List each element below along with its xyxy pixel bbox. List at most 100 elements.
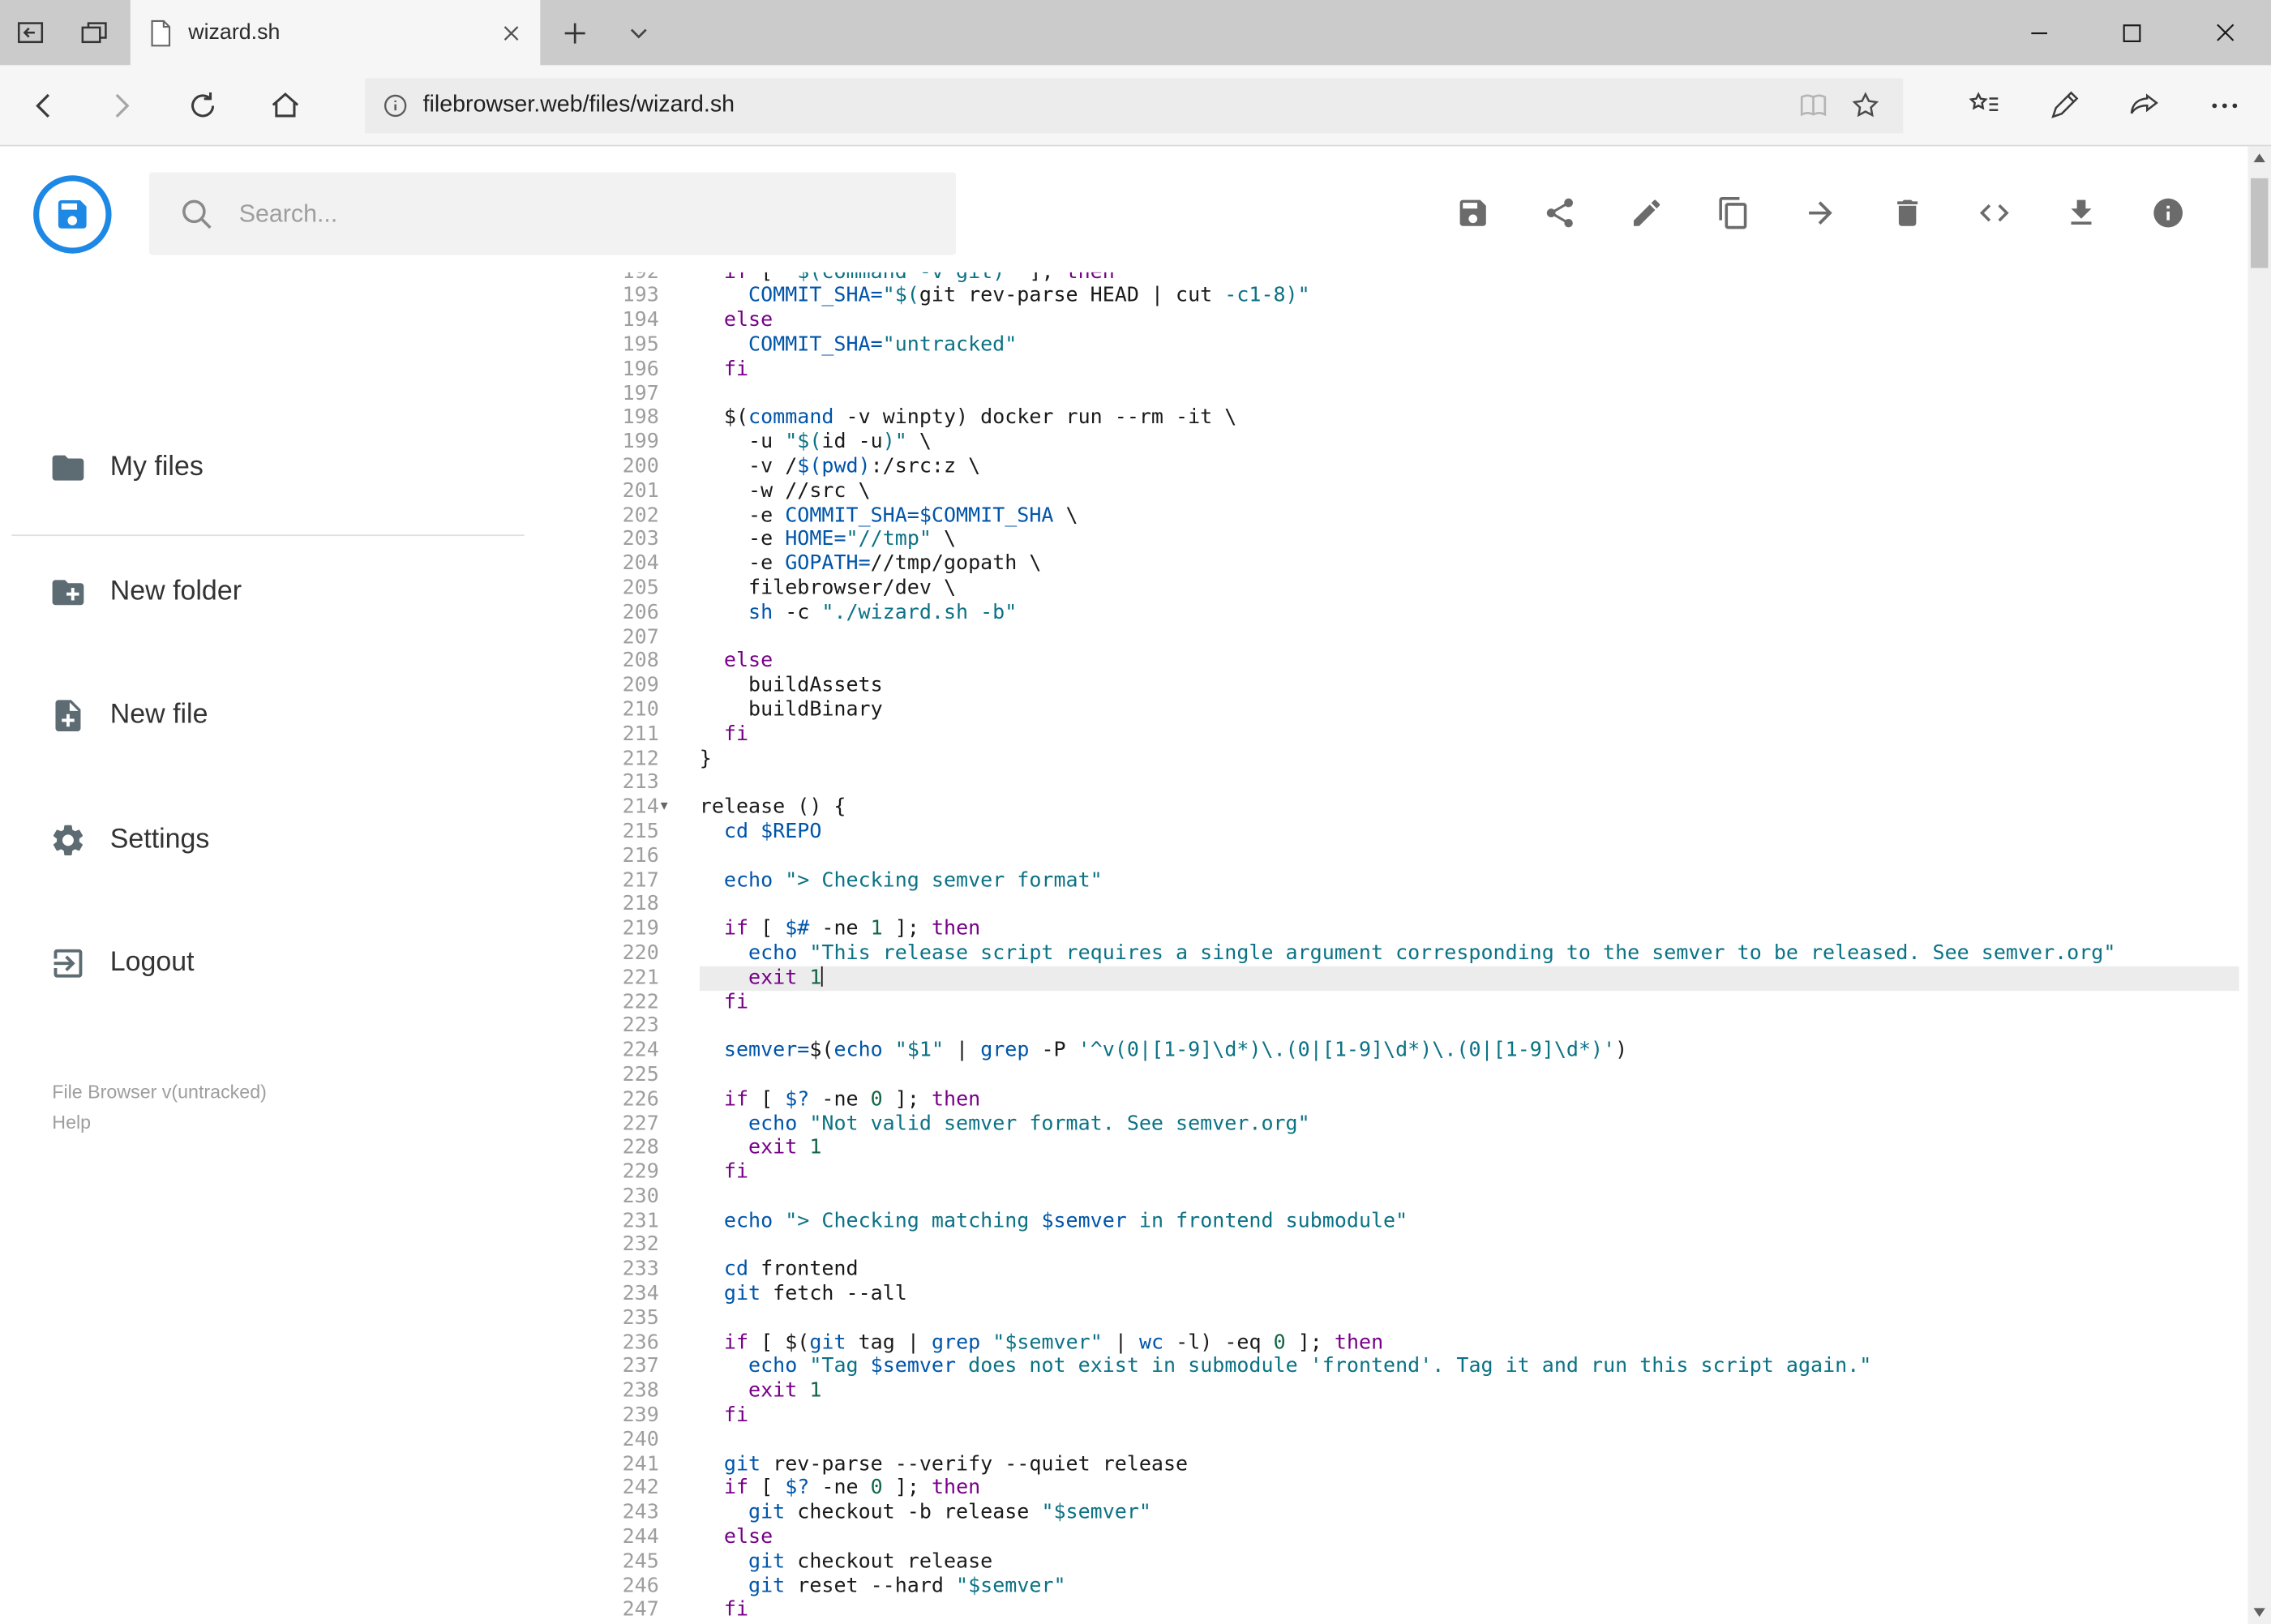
new-tab-button[interactable] bbox=[545, 0, 606, 65]
minimize-button[interactable] bbox=[1993, 0, 2085, 65]
reading-view-button[interactable] bbox=[1787, 79, 1839, 131]
code-line[interactable]: 219 if [ $# -ne 1 ]; then bbox=[572, 917, 2239, 941]
code-line[interactable]: 218 bbox=[572, 893, 2239, 917]
code-line[interactable]: 229 fi bbox=[572, 1160, 2239, 1185]
tab-wizard-sh[interactable]: wizard.sh bbox=[130, 0, 541, 66]
fold-arrow-icon[interactable]: ▾ bbox=[661, 797, 668, 817]
back-button[interactable] bbox=[11, 74, 75, 138]
code-line[interactable]: 237 echo "Tag $semver does not exist in … bbox=[572, 1356, 2239, 1380]
download-button[interactable] bbox=[2052, 184, 2110, 242]
code-line[interactable]: 200 -v /$(pwd):/src:z \ bbox=[572, 455, 2239, 479]
code-line[interactable]: 217 echo "> Checking semver format" bbox=[572, 868, 2239, 893]
code-line[interactable]: 207 bbox=[572, 625, 2239, 649]
code-line[interactable]: 224 semver=$(echo "$1" | grep -P '^v(0|[… bbox=[572, 1039, 2239, 1063]
code-line[interactable]: 221 exit 1 bbox=[572, 966, 2239, 991]
web-note-button[interactable] bbox=[2032, 74, 2096, 138]
share-file-button[interactable] bbox=[1531, 184, 1588, 242]
code-line[interactable]: 212} bbox=[572, 747, 2239, 771]
url-text[interactable]: filebrowser.web/files/wizard.sh bbox=[423, 92, 735, 118]
code-line[interactable]: 226 if [ $? -ne 0 ]; then bbox=[572, 1087, 2239, 1112]
code-editor[interactable]: 192 if [ "$(command -v git)" ]; then193 … bbox=[572, 272, 2239, 1624]
help-link[interactable]: Help bbox=[52, 1108, 267, 1138]
code-line[interactable]: 216 bbox=[572, 844, 2239, 868]
code-line[interactable]: 239 fi bbox=[572, 1404, 2239, 1429]
copy-button[interactable] bbox=[1705, 184, 1763, 242]
code-line[interactable]: 205 filebrowser/dev \ bbox=[572, 576, 2239, 601]
refresh-button[interactable] bbox=[171, 74, 235, 138]
favorite-star-button[interactable] bbox=[1840, 79, 1892, 131]
code-line[interactable]: 208 else bbox=[572, 649, 2239, 674]
save-button[interactable] bbox=[1444, 184, 1502, 242]
sidebar-item-settings[interactable]: Settings bbox=[0, 797, 536, 884]
code-line[interactable]: 235 bbox=[572, 1306, 2239, 1330]
filebrowser-logo[interactable] bbox=[32, 174, 113, 255]
hub-button[interactable] bbox=[1952, 74, 2016, 138]
code-line[interactable]: 241 git rev-parse --verify --quiet relea… bbox=[572, 1453, 2239, 1477]
sidebar-item-logout[interactable]: Logout bbox=[0, 920, 536, 1007]
code-line[interactable]: 203 -e HOME="//tmp" \ bbox=[572, 528, 2239, 552]
code-line[interactable]: 222 fi bbox=[572, 990, 2239, 1014]
delete-button[interactable] bbox=[1879, 184, 1936, 242]
maximize-button[interactable] bbox=[2085, 0, 2178, 65]
search-input[interactable] bbox=[148, 172, 956, 255]
code-line[interactable]: 192 if [ "$(command -v git)" ]; then bbox=[572, 272, 2239, 285]
set-tabs-aside-button[interactable] bbox=[0, 0, 61, 65]
code-line[interactable]: 238 exit 1 bbox=[572, 1380, 2239, 1404]
code-line[interactable]: 204 -e GOPATH=//tmp/gopath \ bbox=[572, 552, 2239, 576]
code-line[interactable]: 230 bbox=[572, 1185, 2239, 1209]
code-line[interactable]: 220 echo "This release script requires a… bbox=[572, 941, 2239, 966]
address-bar[interactable]: filebrowser.web/files/wizard.sh bbox=[365, 78, 1904, 134]
code-line[interactable]: 245 git checkout release bbox=[572, 1550, 2239, 1575]
more-menu-button[interactable] bbox=[2193, 74, 2257, 138]
code-line[interactable]: 213 bbox=[572, 771, 2239, 795]
code-line[interactable]: 209 buildAssets bbox=[572, 674, 2239, 698]
site-info-icon[interactable] bbox=[383, 92, 409, 118]
code-line[interactable]: 202 -e COMMIT_SHA=$COMMIT_SHA \ bbox=[572, 503, 2239, 528]
code-line[interactable]: 214 ▾ release () { bbox=[572, 795, 2239, 820]
code-line[interactable]: 206 sh -c "./wizard.sh -b" bbox=[572, 601, 2239, 625]
code-line[interactable]: 215 cd $REPO bbox=[572, 820, 2239, 844]
info-button[interactable] bbox=[2139, 184, 2196, 242]
code-line[interactable]: 195 COMMIT_SHA="untracked" bbox=[572, 333, 2239, 358]
code-line[interactable]: 244 else bbox=[572, 1526, 2239, 1550]
code-line[interactable]: 211 fi bbox=[572, 722, 2239, 747]
code-line[interactable]: 193 COMMIT_SHA="$(git rev-parse HEAD | c… bbox=[572, 285, 2239, 309]
code-line[interactable]: 247 fi bbox=[572, 1599, 2239, 1623]
share-button[interactable] bbox=[2113, 74, 2177, 138]
scrollbar-thumb[interactable] bbox=[2250, 178, 2269, 268]
code-line[interactable]: 198 $(command -v winpty) docker run --rm… bbox=[572, 406, 2239, 431]
code-line[interactable]: 225 bbox=[572, 1063, 2239, 1087]
close-window-button[interactable] bbox=[2179, 0, 2271, 65]
code-line[interactable]: 201 -w //src \ bbox=[572, 479, 2239, 503]
code-line[interactable]: 196 fi bbox=[572, 358, 2239, 382]
close-tab-icon[interactable] bbox=[499, 21, 523, 45]
code-line[interactable]: 236 if [ $(git tag | grep "$semver" | wc… bbox=[572, 1331, 2239, 1356]
sidebar-item-my-files[interactable]: My files bbox=[0, 425, 536, 512]
scrollbar-up-arrow[interactable] bbox=[2247, 146, 2271, 169]
forward-button[interactable] bbox=[90, 74, 154, 138]
code-line[interactable]: 233 cd frontend bbox=[572, 1258, 2239, 1282]
sidebar-item-new-folder[interactable]: New folder bbox=[0, 549, 536, 636]
code-line[interactable]: 231 echo "> Checking matching $semver in… bbox=[572, 1209, 2239, 1233]
code-line[interactable]: 240 bbox=[572, 1429, 2239, 1453]
code-line[interactable]: 246 git reset --hard "$semver" bbox=[572, 1575, 2239, 1599]
scrollbar-down-arrow[interactable] bbox=[2247, 1600, 2271, 1624]
code-view-button[interactable] bbox=[1965, 184, 2023, 242]
sidebar-item-new-file[interactable]: New file bbox=[0, 672, 536, 759]
code-line[interactable]: 194 else bbox=[572, 309, 2239, 333]
page-scrollbar[interactable] bbox=[2247, 146, 2271, 1624]
move-button[interactable] bbox=[1792, 184, 1849, 242]
code-line[interactable]: 234 git fetch --all bbox=[572, 1282, 2239, 1306]
code-line[interactable]: 227 echo "Not valid semver format. See s… bbox=[572, 1112, 2239, 1136]
code-line[interactable]: 199 -u "$(id -u)" \ bbox=[572, 431, 2239, 455]
edit-button[interactable] bbox=[1618, 184, 1675, 242]
code-line[interactable]: 223 bbox=[572, 1014, 2239, 1039]
code-line[interactable]: 232 bbox=[572, 1233, 2239, 1258]
code-line[interactable]: 228 exit 1 bbox=[572, 1136, 2239, 1160]
home-button[interactable] bbox=[254, 74, 318, 138]
code-line[interactable]: 243 git checkout -b release "$semver" bbox=[572, 1502, 2239, 1526]
code-line[interactable]: 210 buildBinary bbox=[572, 698, 2239, 722]
tabs-preview-button[interactable] bbox=[64, 0, 125, 65]
tab-preview-chevron-button[interactable] bbox=[608, 0, 669, 65]
code-line[interactable]: 242 if [ $? -ne 0 ]; then bbox=[572, 1477, 2239, 1502]
